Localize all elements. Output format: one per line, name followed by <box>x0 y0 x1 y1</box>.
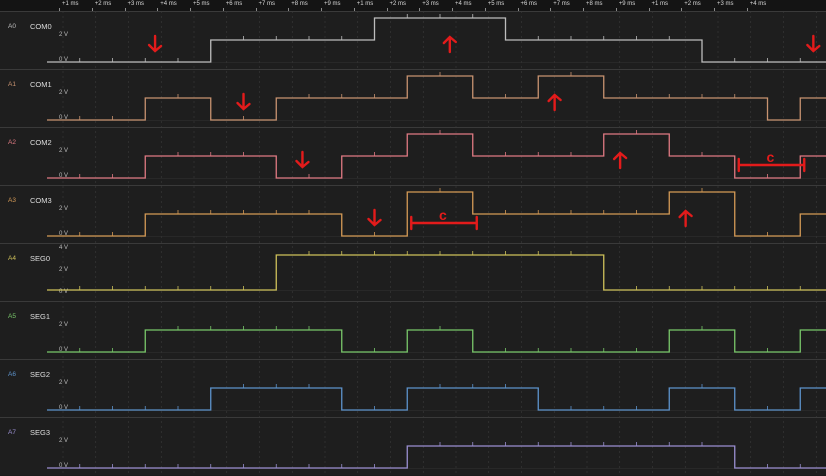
bracket-annotation: c <box>737 149 806 173</box>
arrow-down-icon <box>147 34 163 53</box>
waveform-canvas: cc <box>47 11 826 476</box>
waveform-seg1 <box>47 329 826 353</box>
waveform-seg3 <box>47 445 826 469</box>
arrow-up-icon <box>612 151 628 170</box>
arrow-down-icon <box>236 92 251 111</box>
arrow-up-icon <box>547 93 562 112</box>
waveform-com1 <box>47 75 826 121</box>
waveform-com2 <box>47 133 826 179</box>
arrow-down-icon <box>295 150 310 169</box>
bracket-annotation: c <box>410 207 478 231</box>
waveform-seg2 <box>47 387 826 411</box>
arrow-down-icon <box>806 34 821 53</box>
waveform-seg0 <box>47 254 826 291</box>
waveform-com3 <box>47 191 826 237</box>
arrow-up-icon <box>678 209 693 228</box>
arrow-down-icon <box>367 208 382 227</box>
arrow-up-icon <box>442 35 458 54</box>
bracket-label: c <box>767 149 775 165</box>
waveform-com0 <box>47 17 826 63</box>
bracket-label: c <box>439 207 447 223</box>
